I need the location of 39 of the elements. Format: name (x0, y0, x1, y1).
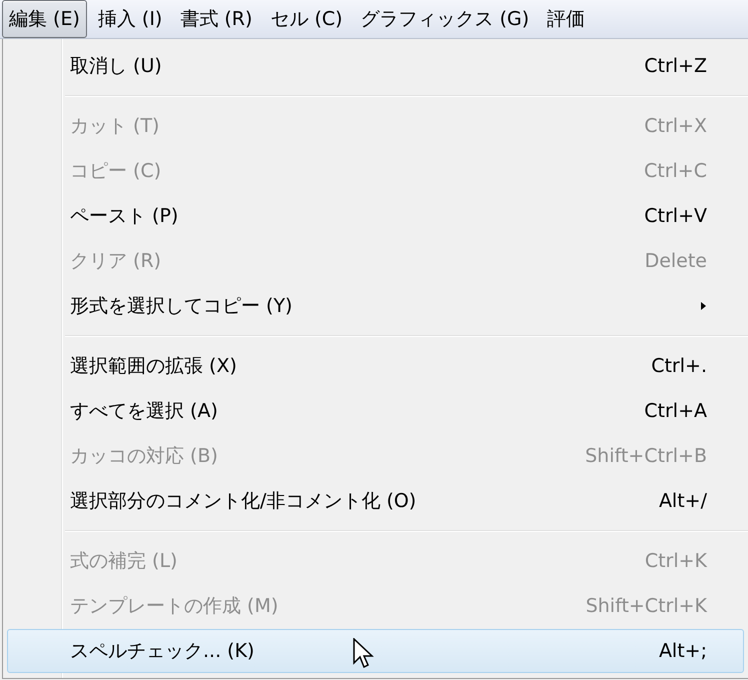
menu-item-label: カッコの対応 (B) (70, 444, 218, 469)
menu-item-label: クリア (R) (70, 249, 162, 274)
shortcut-text: Shift+Ctrl+B (585, 445, 707, 467)
menu-bar-item[interactable]: 挿入 (I) (90, 0, 170, 38)
shortcut-text: Ctrl+. (651, 355, 707, 377)
shortcut-text: Ctrl+X (644, 115, 707, 137)
menu-item[interactable]: すべてを選択 (A) Ctrl+A (7, 389, 744, 433)
menu-item-label: 選択部分のコメント化/非コメント化 (O) (70, 489, 416, 514)
menu-bar-item[interactable]: 編集 (E) (2, 0, 87, 38)
menu-item[interactable]: スペルチェック... (K) Alt+; (7, 629, 744, 673)
menu-bar-item[interactable]: 書式 (R) (173, 0, 260, 38)
menu-item-label: すべてを選択 (A) (70, 399, 218, 424)
menu-item[interactable]: 形式を選択してコピー (Y) (7, 284, 744, 328)
mouse-cursor-icon (353, 638, 375, 670)
menu-item-label: 式の補完 (L) (70, 549, 178, 574)
menu-item[interactable]: 選択部分のコメント化/非コメント化 (O) Alt+/ (7, 479, 744, 523)
menu-item-label: ペースト (P) (70, 204, 178, 229)
shortcut-text: Ctrl+K (644, 550, 707, 572)
menu-item-label: 形式を選択してコピー (Y) (70, 294, 292, 319)
menu-item[interactable]: 取消し (U) Ctrl+Z (7, 44, 744, 88)
menu-item-label: テンプレートの作成 (M) (70, 594, 278, 619)
shortcut-text: Shift+Ctrl+K (586, 595, 707, 617)
shortcut-text: Ctrl+C (644, 160, 707, 182)
menu-item-label: カット (T) (70, 114, 160, 139)
shortcut-text: Alt+/ (658, 490, 707, 512)
menu-bar-item[interactable]: グラフィックス (G) (354, 0, 536, 38)
menu-bar-item[interactable]: セル (C) (263, 0, 350, 38)
menu-item-label: 選択範囲の拡張 (X) (70, 354, 237, 379)
menu-item-label: スペルチェック... (K) (70, 639, 254, 664)
shortcut-text: Alt+; (658, 640, 707, 662)
menu-item[interactable]: 選択範囲の拡張 (X) Ctrl+. (7, 344, 744, 388)
shortcut-text: Ctrl+A (644, 400, 707, 422)
shortcut-text: Delete (644, 250, 707, 272)
menu-item-label: 取消し (U) (70, 54, 162, 79)
shortcut-text: Ctrl+V (644, 205, 707, 227)
menu-item[interactable]: ペースト (P) Ctrl+V (7, 194, 744, 238)
menu-item-label: コピー (C) (70, 159, 162, 184)
shortcut-text: Ctrl+Z (644, 55, 707, 77)
menu-bar-item[interactable]: 評価 (540, 0, 592, 38)
